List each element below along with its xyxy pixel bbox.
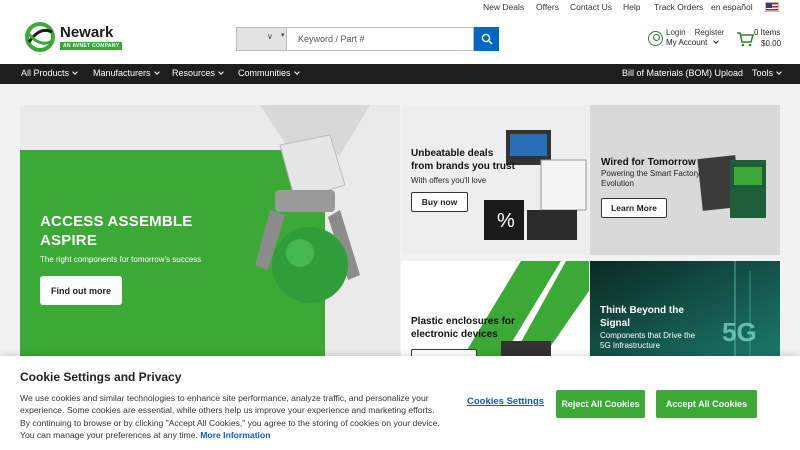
search-category-select[interactable]: ∨ ▾ (236, 27, 287, 51)
chevron-down-icon (218, 69, 224, 75)
cookie-banner: Cookie Settings and Privacy We use cooki… (0, 356, 800, 450)
search-input[interactable] (287, 27, 474, 51)
nav-label: Resources (172, 68, 216, 78)
utility-link-offers[interactable]: Offers (536, 2, 559, 12)
promo-5g-title-line-1: Think Beyond the (600, 305, 684, 316)
hero-title-line-1: ACCESS ASSEMBLE (40, 213, 193, 230)
promo-5g-subtitle: Components that Drive the 5G Infrastruct… (600, 331, 695, 352)
promo-wired-subtitle: Powering the Smart Factory Evolution (601, 169, 700, 190)
promo-deals-title-line-2: from brands you trust (411, 161, 515, 172)
reject-all-cookies-button[interactable]: Reject All Cookies (556, 390, 645, 418)
promo-5g[interactable]: 5G Think Beyond the Signal Components th… (590, 261, 780, 360)
nav-all-products[interactable]: All Products (21, 68, 78, 78)
nav-label: All Products (21, 68, 70, 78)
promo-enclosures-title-line-2: electronic devices (411, 329, 498, 340)
robot-arm-image (255, 105, 370, 303)
cookie-title: Cookie Settings and Privacy (20, 370, 182, 384)
learn-more-button[interactable]: Learn More (601, 198, 667, 218)
cart-item-count: 0 Items (754, 28, 781, 37)
promo-wired-subtitle-line-1: Powering the Smart Factory (601, 169, 701, 178)
nav-communities[interactable]: Communities (238, 68, 300, 78)
green-stripes-image (461, 261, 589, 360)
promo-enclosures-title: Plastic enclosures for electronic device… (411, 315, 515, 341)
us-flag-icon[interactable] (765, 2, 779, 12)
nav-bom-upload[interactable]: Bill of Materials (BOM) Upload (622, 68, 743, 78)
utility-link-help[interactable]: Help (623, 2, 640, 12)
nav-resources[interactable]: Resources (172, 68, 224, 78)
register-link[interactable]: Register (695, 28, 725, 37)
chevron-down-icon (713, 38, 720, 44)
more-information-link[interactable]: More Information (200, 430, 270, 440)
svg-text:5G: 5G (722, 317, 757, 347)
my-account-label[interactable]: My Account (666, 38, 707, 47)
promo-deals-title-line-1: Unbeatable deals (411, 148, 494, 159)
cart-total: $0.00 (761, 39, 782, 48)
accept-all-cookies-button[interactable]: Accept All Cookies (656, 390, 757, 418)
hero-banner: ACCESS ASSEMBLE ASPIRE The right compone… (20, 105, 400, 360)
nav-label: Manufacturers (93, 68, 151, 78)
hero-title-line-2: ASPIRE (40, 231, 98, 249)
nav-tools[interactable]: Tools (752, 68, 782, 78)
nav-manufacturers[interactable]: Manufacturers (93, 68, 160, 78)
buy-now-button[interactable]: Buy now (411, 192, 468, 212)
promo-deals[interactable]: % Unbeatable deals from brands you trust… (401, 105, 589, 255)
chevron-down-icon (776, 69, 782, 75)
site-header: Newark AN AVNET COMPANY ∨ ▾ Login Registe… (0, 14, 800, 64)
user-icon (648, 31, 663, 46)
brand-tagline: AN AVNET COMPANY (60, 42, 123, 50)
promo-5g-title: Think Beyond the Signal (600, 304, 684, 330)
caret-down-icon: ▾ (281, 32, 285, 39)
utility-link-contact-us[interactable]: Contact Us (570, 2, 612, 12)
hero-subtitle: The right components for tomorrow's succ… (40, 255, 202, 264)
utility-link-language[interactable]: en español (711, 2, 753, 12)
promo-deals-title: Unbeatable deals from brands you trust (411, 147, 515, 173)
utility-link-track-orders[interactable]: Track Orders (654, 2, 703, 12)
svg-text:%: % (497, 210, 515, 232)
hero-title: ACCESS ASSEMBLE ASPIRE (40, 213, 192, 251)
promo-enclosures-title-line-1: Plastic enclosures for (411, 316, 515, 327)
cookie-settings-button[interactable]: Cookies Settings (467, 396, 544, 407)
newark-logo-icon[interactable] (25, 22, 55, 52)
promo-enclosures[interactable]: Plastic enclosures for electronic device… (401, 261, 589, 360)
utility-bar: New Deals Offers Contact Us Help Track O… (0, 0, 800, 14)
nav-label: Communities (238, 68, 291, 78)
search-icon (481, 33, 492, 45)
promo-wired[interactable]: Wired for Tomorrow Powering the Smart Fa… (590, 105, 780, 255)
promo-5g-subtitle-line-1: Components that Drive the (600, 331, 696, 340)
nav-label: Tools (752, 68, 774, 78)
chevron-down-icon (72, 69, 78, 75)
brand-name[interactable]: Newark (60, 24, 113, 41)
search-button[interactable] (474, 27, 499, 51)
main-nav: All Products Manufacturers Resources Com… (0, 64, 800, 84)
promo-5g-subtitle-line-2: 5G Infrastructure (600, 341, 661, 351)
login-link[interactable]: Login (666, 28, 686, 37)
cart-icon (737, 32, 754, 47)
chevron-down-icon (153, 69, 160, 75)
promo-5g-title-line-2: Signal (600, 318, 631, 329)
promo-wired-subtitle-line-2: Evolution (601, 179, 634, 189)
find-out-more-button[interactable]: Find out more (40, 276, 122, 305)
account-menu[interactable]: Login Register My Account (648, 28, 728, 50)
promo-wired-title: Wired for Tomorrow (601, 157, 696, 168)
promo-deals-subtitle: With offers you'll love (411, 176, 487, 185)
cart[interactable]: 0 Items $0.00 (736, 28, 786, 52)
cookie-text: We use cookies and similar technologies … (20, 392, 440, 442)
chevron-down-icon: ∨ (267, 32, 273, 41)
chevron-down-icon (293, 69, 300, 75)
utility-link-new-deals[interactable]: New Deals (483, 2, 524, 12)
